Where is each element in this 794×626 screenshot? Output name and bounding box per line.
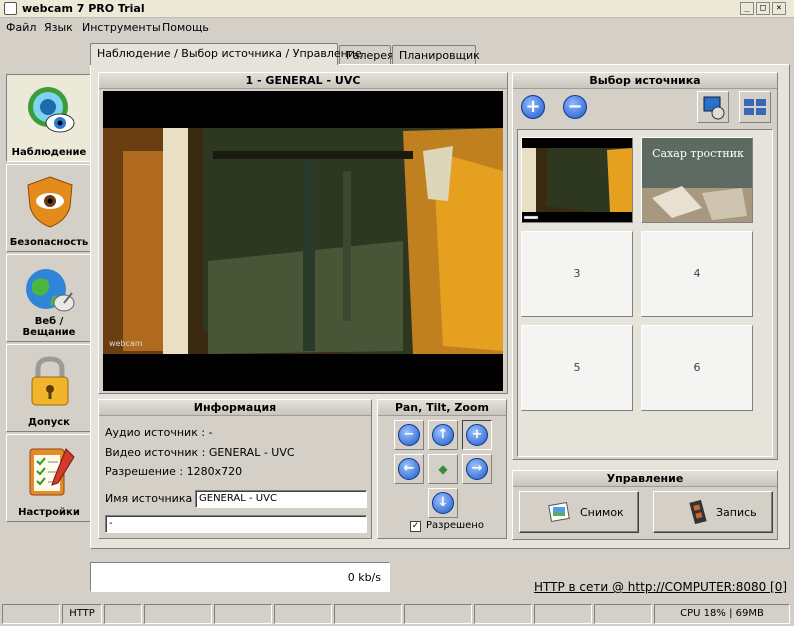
arrow-up-icon: ↑ bbox=[432, 424, 454, 446]
status-cell-5 bbox=[214, 604, 272, 624]
control-title: Управление bbox=[513, 471, 777, 487]
status-cell-9 bbox=[474, 604, 532, 624]
title-bar: webcam 7 PRO Trial _ □ ✕ bbox=[0, 0, 794, 18]
source-thumb-4[interactable]: 4 bbox=[641, 231, 753, 317]
webcam-eye-icon bbox=[28, 87, 75, 133]
sidebar-label: Безопасность bbox=[9, 237, 89, 248]
app-icon bbox=[4, 2, 17, 15]
status-cell-1 bbox=[2, 604, 60, 624]
control-panel: Управление Снимок Запись bbox=[512, 470, 778, 540]
ptz-title: Pan, Tilt, Zoom bbox=[378, 400, 506, 416]
source-thumb-5[interactable]: 5 bbox=[521, 325, 633, 411]
ptz-enabled-label: Разрешено bbox=[426, 520, 484, 531]
http-server-link[interactable]: HTTP в сети @ http://COMPUTER:8080 [0] bbox=[534, 580, 787, 594]
shield-eye-icon bbox=[27, 176, 73, 228]
source-title: Выбор источника bbox=[513, 73, 777, 89]
sidebar-label: Наблюдение bbox=[11, 147, 87, 158]
sidebar-item-settings[interactable]: Настройки bbox=[6, 434, 92, 522]
bandwidth-text: 0 kb/s bbox=[347, 571, 381, 584]
snapshot-label: Снимок bbox=[580, 506, 624, 519]
film-strip-icon bbox=[689, 499, 707, 525]
ptz-enabled-checkbox[interactable]: ✓ bbox=[410, 521, 421, 532]
menu-help[interactable]: Помощь bbox=[162, 21, 209, 34]
ptz-center-button[interactable]: ◆ bbox=[428, 454, 458, 484]
video-title: 1 - GENERAL - UVC bbox=[99, 73, 507, 89]
sidebar-item-monitoring[interactable]: Наблюдение bbox=[6, 74, 92, 162]
arrow-down-icon: ↓ bbox=[432, 492, 454, 514]
add-source-button[interactable]: + bbox=[521, 95, 545, 119]
center-diamond-icon: ◆ bbox=[438, 462, 448, 476]
status-cell-11 bbox=[594, 604, 652, 624]
source-thumb-6[interactable]: 6 bbox=[641, 325, 753, 411]
tilt-up-button[interactable]: ↑ bbox=[428, 420, 458, 450]
sidebar: Наблюдение Безопасность Веб / Вещание До… bbox=[2, 74, 92, 526]
video-display[interactable]: webcam bbox=[103, 91, 503, 391]
source-name-label: Имя источника : bbox=[105, 492, 200, 505]
video-panel: 1 - GENERAL - UVC webcam bbox=[98, 72, 508, 394]
status-cell-3 bbox=[104, 604, 142, 624]
source-2-caption: Сахар тростник bbox=[652, 147, 744, 160]
snapshot-button[interactable]: Снимок bbox=[519, 491, 639, 533]
menu-language[interactable]: Язык bbox=[44, 21, 73, 34]
sidebar-item-web[interactable]: Веб / Вещание bbox=[6, 254, 92, 342]
status-cell-10 bbox=[534, 604, 592, 624]
source-thumb-1[interactable] bbox=[521, 137, 633, 223]
bandwidth-box: 0 kb/s bbox=[90, 562, 390, 592]
zoom-in-button[interactable]: + bbox=[462, 420, 492, 450]
sidebar-label: Настройки bbox=[18, 507, 80, 518]
menu-bar: Файл Язык Инструменты Помощь bbox=[0, 19, 794, 37]
source-thumb-2[interactable]: Сахар тростник bbox=[641, 137, 753, 223]
sidebar-label: Допуск bbox=[28, 417, 70, 428]
source-extra-input[interactable]: - bbox=[105, 515, 367, 533]
menu-file[interactable]: Файл bbox=[6, 21, 36, 34]
info-title: Информация bbox=[99, 400, 371, 416]
plus-icon: + bbox=[525, 96, 541, 117]
source-thumb-3[interactable]: 3 bbox=[521, 231, 633, 317]
status-cpu: CPU 18% | 69MB bbox=[654, 604, 790, 624]
ptz-panel: Pan, Tilt, Zoom − ↑ + ← ◆ → ↓ ✓ Разрешен… bbox=[377, 399, 507, 539]
status-http: HTTP bbox=[62, 604, 102, 624]
video-source-text: Видео источник : GENERAL - UVC bbox=[105, 446, 295, 459]
pan-left-button[interactable]: ← bbox=[394, 454, 424, 484]
tab-scheduler[interactable]: Планировщик bbox=[392, 45, 480, 65]
source-name-input[interactable]: GENERAL - UVC bbox=[195, 490, 367, 508]
magnifier-plus-icon: + bbox=[466, 424, 488, 446]
tilt-down-button[interactable]: ↓ bbox=[428, 488, 458, 518]
checklist-icon bbox=[29, 448, 75, 496]
sidebar-item-access[interactable]: Допуск bbox=[6, 344, 92, 432]
zoom-out-button[interactable]: − bbox=[394, 420, 424, 450]
sidebar-label: Веб / Вещание bbox=[22, 316, 76, 338]
record-label: Запись bbox=[716, 506, 757, 519]
status-cell-6 bbox=[274, 604, 332, 624]
globe-satellite-icon bbox=[26, 269, 75, 312]
magnifier-minus-icon: − bbox=[398, 424, 420, 446]
snapshot-icon bbox=[548, 501, 570, 523]
status-cell-7 bbox=[334, 604, 402, 624]
status-cell-8 bbox=[404, 604, 472, 624]
arrow-right-icon: → bbox=[466, 458, 488, 480]
close-button[interactable]: ✕ bbox=[772, 2, 786, 15]
sidebar-item-security[interactable]: Безопасность bbox=[6, 164, 92, 252]
minimize-button[interactable]: _ bbox=[740, 2, 754, 15]
window-title: webcam 7 PRO Trial bbox=[22, 2, 145, 15]
video-frame-image bbox=[103, 128, 503, 354]
record-button[interactable]: Запись bbox=[653, 491, 773, 533]
resolution-text: Разрешение : 1280x720 bbox=[105, 465, 243, 478]
status-cell-4 bbox=[144, 604, 212, 624]
video-watermark: webcam bbox=[109, 339, 143, 348]
maximize-button[interactable]: □ bbox=[756, 2, 770, 15]
audio-source-text: Аудио источник : - bbox=[105, 426, 213, 439]
minus-icon: − bbox=[567, 96, 583, 117]
tab-monitoring[interactable]: Наблюдение / Выбор источника / Управлени… bbox=[90, 43, 362, 65]
pan-right-button[interactable]: → bbox=[462, 454, 492, 484]
source-panel: Выбор источника + − Сахар тростник 3 4 5… bbox=[512, 72, 778, 460]
menu-tools[interactable]: Инструменты bbox=[82, 21, 161, 34]
remove-source-button[interactable]: − bbox=[563, 95, 587, 119]
padlock-icon bbox=[31, 356, 69, 406]
source-1-preview-image bbox=[522, 148, 632, 220]
arrow-left-icon: ← bbox=[398, 458, 420, 480]
info-panel: Информация Аудио источник : - Видео исто… bbox=[98, 399, 372, 539]
